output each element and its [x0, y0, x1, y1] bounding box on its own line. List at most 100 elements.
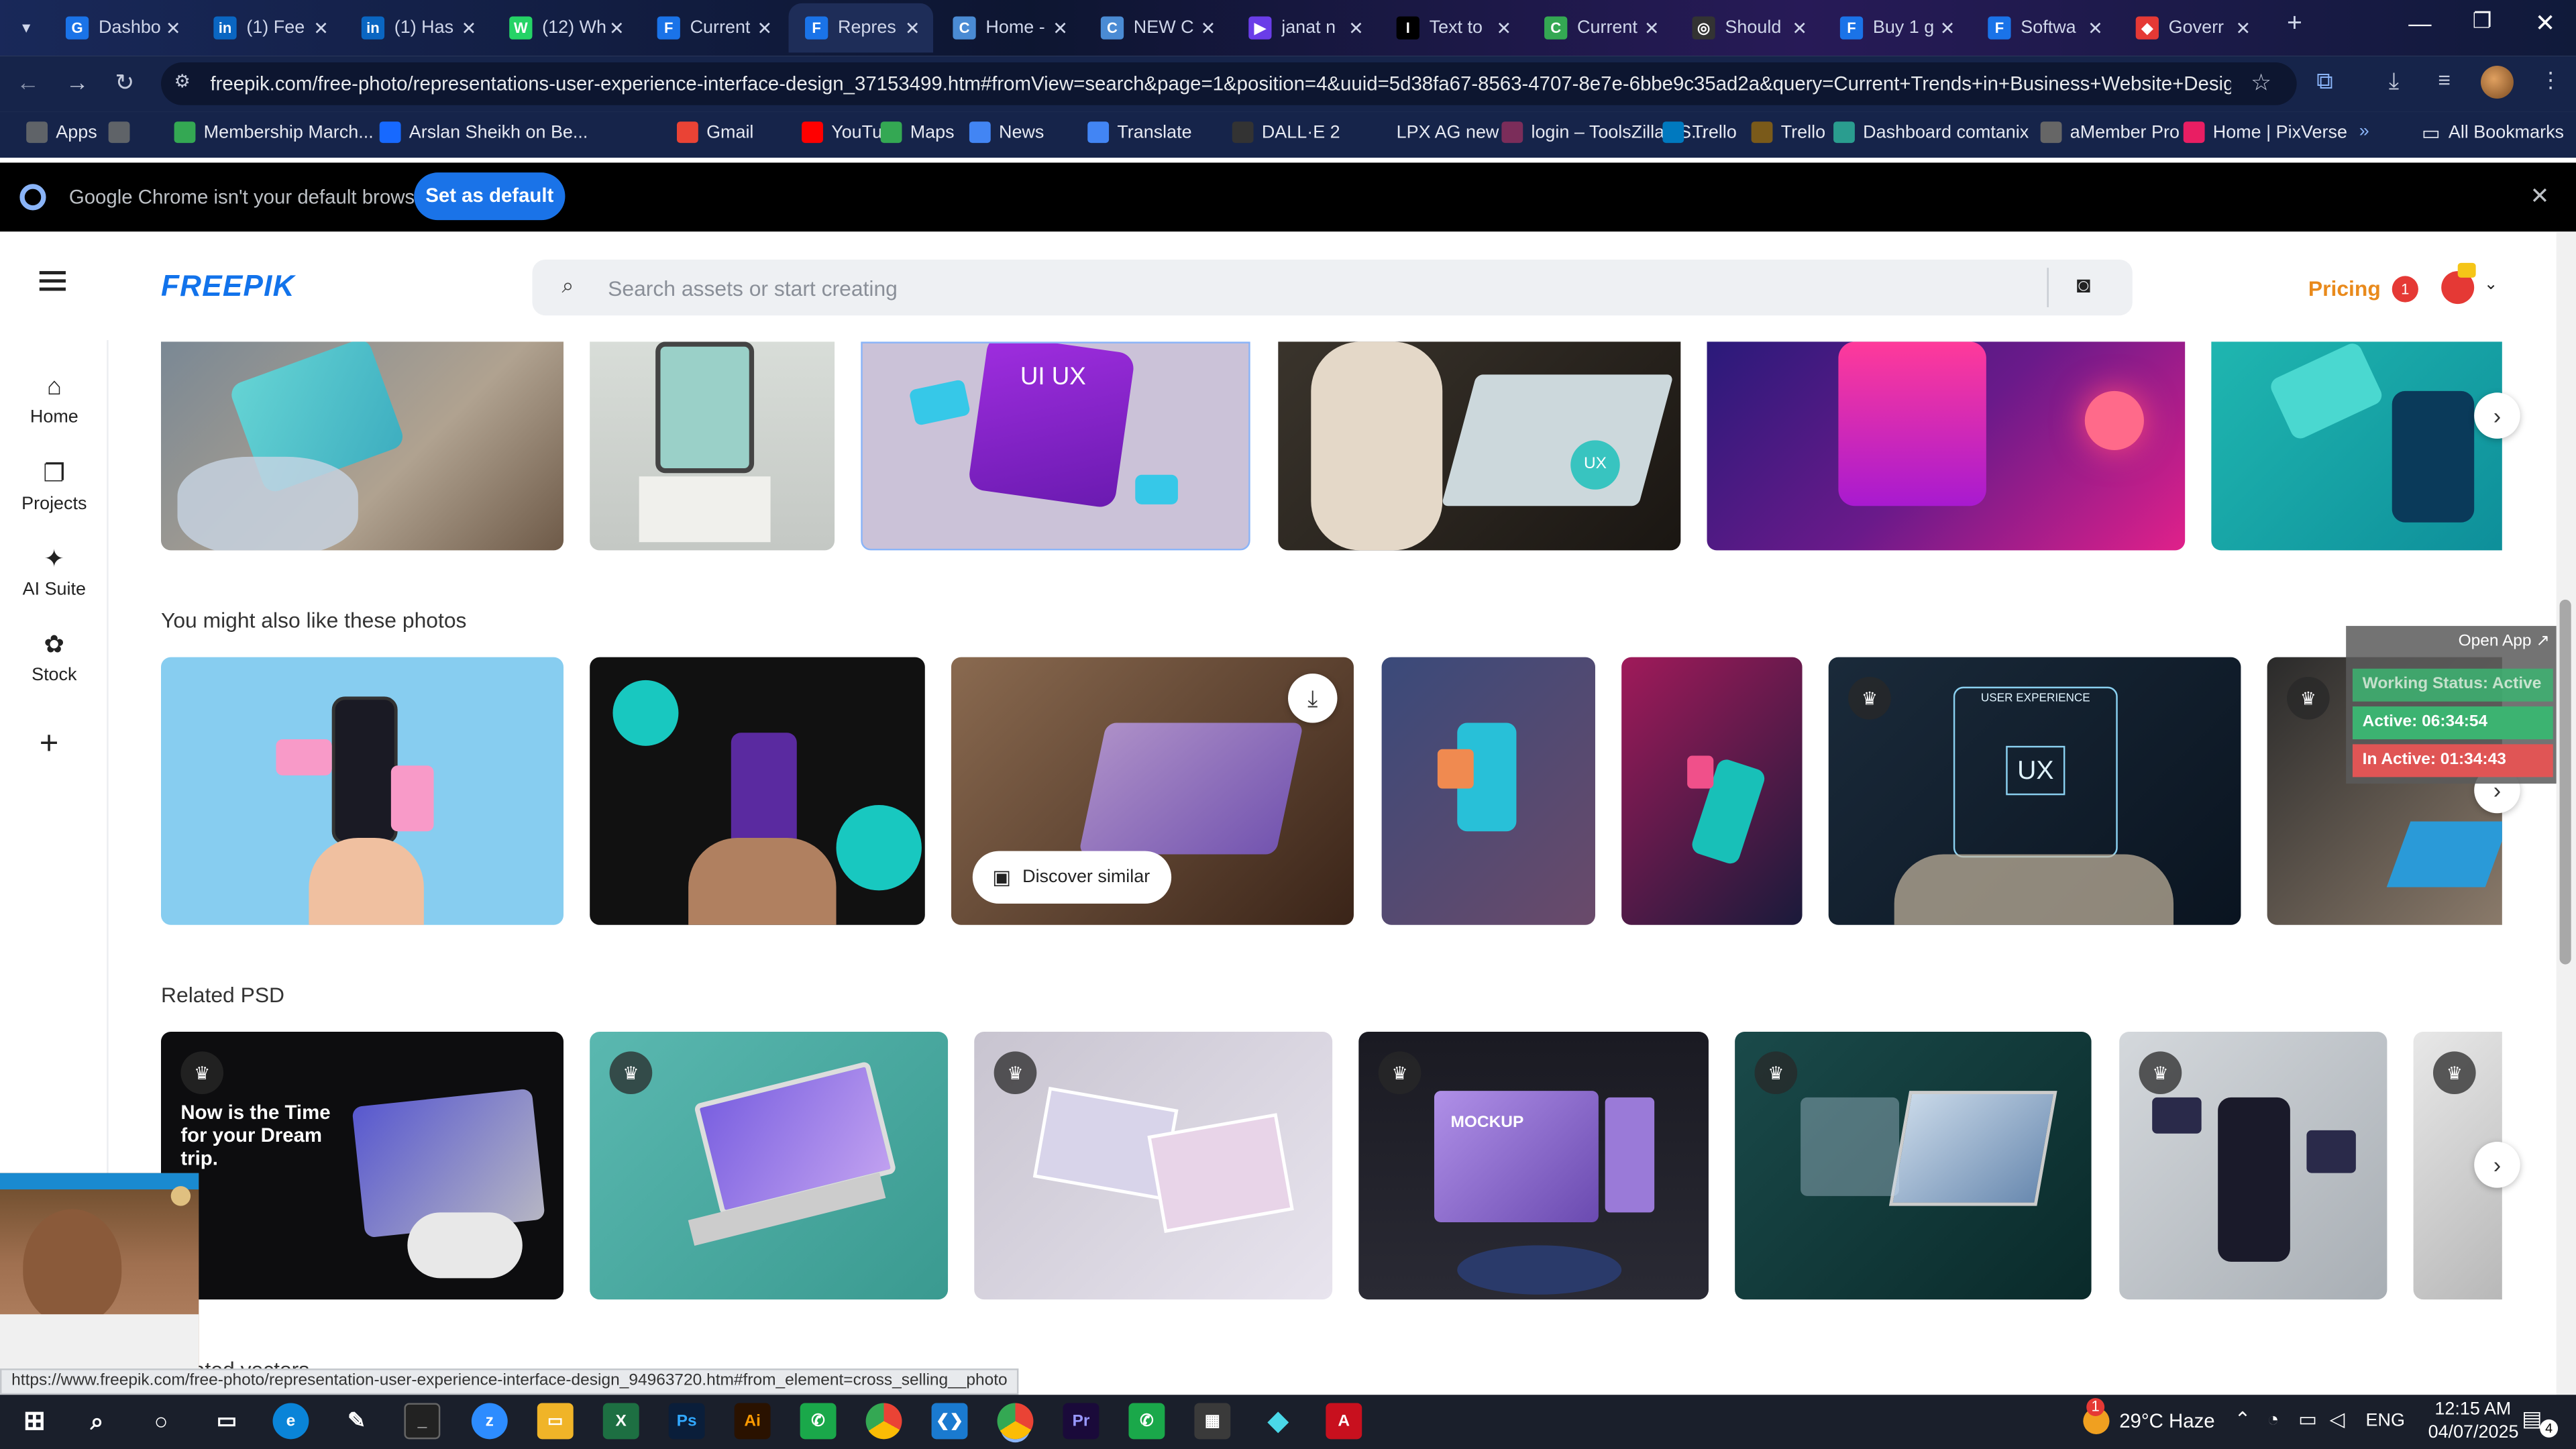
tab-close-icon[interactable]: ✕: [757, 17, 772, 38]
tab-close-icon[interactable]: ✕: [313, 17, 329, 38]
browser-tab[interactable]: ◆ Goverr ✕: [2119, 3, 2264, 52]
sidebar-item-home[interactable]: ⌂ Home: [0, 373, 109, 427]
browser-tab[interactable]: in (1) Has ✕: [345, 3, 490, 52]
tab-search-icon[interactable]: ▾: [10, 15, 43, 41]
notification-bell-icon[interactable]: 1: [2392, 276, 2418, 303]
zoom-icon[interactable]: z: [471, 1403, 508, 1440]
bookmark-item[interactable]: Home | PixVerse: [2183, 121, 2347, 144]
edge-icon[interactable]: e: [272, 1403, 309, 1440]
all-bookmarks[interactable]: ▭ All Bookmarks: [2422, 121, 2564, 144]
tab-close-icon[interactable]: ✕: [462, 17, 477, 38]
tab-close-icon[interactable]: ✕: [1940, 17, 1955, 38]
discover-similar-button[interactable]: ▣ Discover similar: [972, 851, 1172, 904]
bookmark-item[interactable]: Membership March...: [174, 121, 374, 144]
language-indicator[interactable]: ENG: [2366, 1411, 2405, 1431]
image-card[interactable]: UX: [1278, 341, 1681, 551]
bookmark-item[interactable]: DALL·E 2: [1232, 121, 1340, 144]
close-window-button[interactable]: ✕: [2535, 8, 2556, 38]
camera-search-icon[interactable]: ◙: [2077, 271, 2091, 297]
terminal-icon[interactable]: _: [404, 1403, 441, 1440]
restore-button[interactable]: ❐: [2473, 8, 2492, 34]
carousel-next-button[interactable]: ›: [2474, 1142, 2520, 1188]
tab-close-icon[interactable]: ✕: [905, 17, 920, 38]
set-as-default-button[interactable]: Set as default: [414, 172, 566, 221]
image-card[interactable]: [1381, 657, 1595, 925]
browser-tab[interactable]: G Dashbo ✕: [49, 3, 194, 52]
illustrator-icon[interactable]: Ai: [734, 1403, 771, 1440]
browser-tab[interactable]: F Current ✕: [641, 3, 786, 52]
bookmark-star-icon[interactable]: ☆: [2251, 69, 2271, 97]
action-center-icon[interactable]: ▤ 4: [2522, 1406, 2559, 1438]
clock-date[interactable]: 04/07/2025: [2428, 1423, 2519, 1442]
image-card[interactable]: ♛ USER EXPERIENCE UX: [1828, 657, 2241, 925]
freepik-logo[interactable]: FREEPIK: [161, 270, 295, 304]
browser-tab[interactable]: ▶ janat n ✕: [1232, 3, 1377, 52]
page-scrollbar[interactable]: [2556, 231, 2576, 1401]
image-card[interactable]: [1621, 657, 1803, 925]
bookmark-item[interactable]: Maps: [880, 121, 955, 144]
tab-close-icon[interactable]: ✕: [1201, 17, 1216, 38]
image-card[interactable]: ♛: [1735, 1031, 2092, 1300]
image-card[interactable]: [590, 341, 835, 551]
photoshop-icon[interactable]: Ps: [668, 1403, 705, 1440]
sidebar-item-projects[interactable]: ❐ Projects: [0, 458, 109, 515]
browser-tab[interactable]: C Current ✕: [1528, 3, 1673, 52]
bookmark-item[interactable]: LPX AG new: [1366, 121, 1499, 144]
tab-close-icon[interactable]: ✕: [1792, 17, 1807, 38]
network-icon[interactable]: ▭: [2298, 1408, 2317, 1431]
new-tab-button[interactable]: +: [2287, 10, 2302, 40]
sidebar-item-stock[interactable]: ✿ Stock: [0, 629, 109, 685]
media-icon[interactable]: ≡: [2438, 67, 2451, 92]
open-app-link[interactable]: Open App ↗: [2459, 633, 2550, 651]
menu-icon[interactable]: ⋮: [2540, 67, 2561, 93]
image-card[interactable]: [161, 657, 564, 925]
browser-tab[interactable]: F Buy 1 g ✕: [1823, 3, 1968, 52]
back-icon[interactable]: ←: [16, 69, 39, 95]
bookmark-item[interactable]: Trello: [1751, 121, 1825, 144]
menu-hamburger-icon[interactable]: [39, 271, 66, 291]
sidebar-item-ai-suite[interactable]: ✦ AI Suite: [0, 544, 109, 600]
minimize-button[interactable]: —: [2408, 10, 2431, 36]
phone-app-icon[interactable]: ✆: [800, 1403, 837, 1440]
pen-tool-icon[interactable]: ✎: [338, 1403, 374, 1439]
bookmark-item[interactable]: aMember Pro: [2040, 121, 2180, 144]
search-input[interactable]: Search assets or start creating: [608, 276, 898, 301]
cortana-icon[interactable]: ○: [143, 1403, 179, 1439]
bookmark-item[interactable]: Apps: [26, 121, 97, 144]
profile-avatar[interactable]: [2480, 65, 2514, 99]
tab-close-icon[interactable]: ✕: [1348, 17, 1364, 38]
clock-time[interactable]: 12:15 AM: [2434, 1400, 2511, 1419]
tray-app-icon[interactable]: ◔: [2267, 1408, 2279, 1431]
image-card[interactable]: [161, 341, 564, 551]
file-explorer-icon[interactable]: ▭: [537, 1403, 574, 1440]
acrobat-icon[interactable]: A: [1326, 1403, 1362, 1440]
bookmark-item[interactable]: [108, 121, 138, 144]
browser-tab[interactable]: W (12) Wh ✕: [493, 3, 638, 52]
image-card[interactable]: ⤓ ▣ Discover similar: [951, 657, 1354, 925]
image-card[interactable]: [590, 657, 925, 925]
tab-close-icon[interactable]: ✕: [2088, 17, 2103, 38]
bookmark-item[interactable]: News: [969, 121, 1044, 144]
site-info-icon[interactable]: ⚙: [174, 70, 191, 92]
tab-close-icon[interactable]: ✕: [1497, 17, 1512, 38]
chrome-icon[interactable]: [865, 1403, 902, 1440]
tab-close-icon[interactable]: ✕: [1644, 17, 1660, 38]
weather-widget[interactable]: 1 29°C Haze: [2083, 1398, 2215, 1434]
tab-close-icon[interactable]: ✕: [1053, 17, 1068, 38]
search-icon[interactable]: ⌕: [79, 1403, 115, 1439]
extensions-icon[interactable]: ⧉: [2316, 67, 2332, 95]
image-card[interactable]: [2211, 341, 2502, 551]
browser-tab[interactable]: F Softwa ✕: [1972, 3, 2116, 52]
forward-icon[interactable]: →: [66, 69, 89, 95]
vscode-icon[interactable]: ❮❯: [931, 1403, 968, 1440]
bookmark-item[interactable]: Gmail: [676, 121, 753, 144]
image-card[interactable]: ♛: [590, 1031, 949, 1300]
webcam-overlay[interactable]: [0, 1173, 199, 1401]
browser-tab[interactable]: C NEW C ✕: [1084, 3, 1229, 52]
image-card[interactable]: ♛: [2119, 1031, 2387, 1300]
tab-close-icon[interactable]: ✕: [609, 17, 625, 38]
task-view-icon[interactable]: ▭: [209, 1403, 245, 1439]
more-bookmarks-icon[interactable]: »: [2359, 121, 2369, 141]
carousel-next-button[interactable]: ›: [2474, 392, 2520, 439]
browser-tab[interactable]: F Repres ✕: [788, 3, 934, 53]
